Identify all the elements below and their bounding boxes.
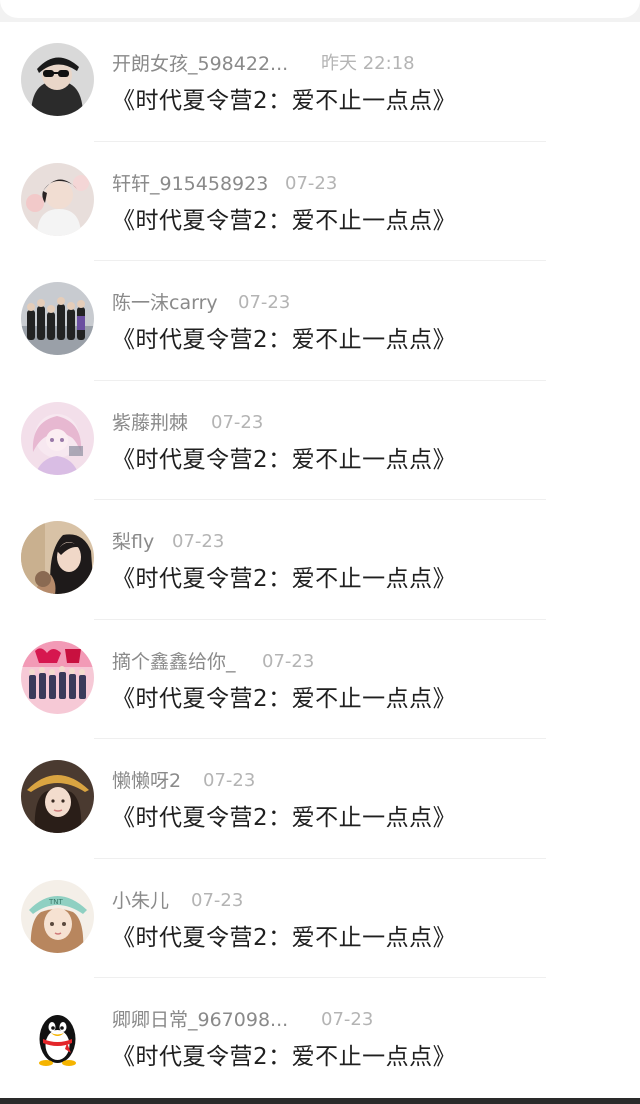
timestamp: 07-23 [238, 292, 291, 313]
qq-penguin-icon[interactable] [21, 999, 94, 1072]
timestamp: 07-23 [172, 531, 225, 552]
comment-text: 《时代夏令营2：爱不止一点点》 [112, 924, 457, 951]
list-item[interactable]: 紫藤荆棘 07-23 《时代夏令营2：爱不止一点点》 [0, 381, 640, 500]
avatar-cartoon-girl-icon[interactable]: TNT [21, 879, 94, 953]
timestamp: 07-23 [211, 411, 264, 433]
timestamp: 07-23 [321, 1009, 374, 1030]
comment-list: 开朗女孩_598422... 昨天 22:18 《时代夏令营2：爱不止一点点》 … [0, 22, 640, 1098]
username[interactable]: 卿卿日常_967098... [112, 1009, 288, 1031]
list-item[interactable]: 轩轩_915458923 07-23 《时代夏令营2：爱不止一点点》 [0, 142, 640, 261]
list-item[interactable]: 梨fly 07-23 《时代夏令营2：爱不止一点点》 [0, 500, 640, 620]
comment-text: 《时代夏令营2：爱不止一点点》 [112, 566, 457, 592]
avatar-pink-anime-icon[interactable] [21, 401, 94, 475]
username[interactable]: 轩轩_915458923 [112, 173, 268, 195]
avatar-pink-poster-icon[interactable] [21, 640, 94, 714]
list-item[interactable]: 懒懒呀2 07-23 《时代夏令营2：爱不止一点点》 [0, 739, 640, 859]
username[interactable]: 梨fly [112, 531, 154, 553]
username[interactable]: 开朗女孩_598422... [112, 53, 288, 75]
comment-text: 《时代夏令营2：爱不止一点点》 [112, 327, 457, 353]
timestamp: 07-23 [203, 770, 256, 791]
list-item[interactable]: 开朗女孩_598422... 昨天 22:18 《时代夏令营2：爱不止一点点》 [0, 22, 640, 142]
avatar-girl-long-hair-icon[interactable] [21, 521, 94, 594]
bottom-edge [0, 1098, 640, 1104]
list-item[interactable]: TNT 小朱儿 07-23 《时代夏令营2：爱不止一点点》 [0, 859, 640, 978]
list-item[interactable]: 卿卿日常_967098... 07-23 《时代夏令营2：爱不止一点点》 [0, 978, 640, 1098]
timestamp: 07-23 [191, 889, 244, 911]
comment-text: 《时代夏令营2：爱不止一点点》 [112, 207, 457, 234]
timestamp: 昨天 22:18 [321, 53, 415, 74]
comment-text: 《时代夏令营2：爱不止一点点》 [112, 446, 457, 473]
previous-card-bottom [0, 0, 640, 18]
list-item[interactable]: 陈一沫carry 07-23 《时代夏令营2：爱不止一点点》 [0, 261, 640, 381]
avatar-boy-flowers-icon[interactable] [21, 162, 94, 236]
timestamp: 07-23 [285, 172, 338, 194]
avatar-girl-sunglasses-icon[interactable] [21, 43, 94, 116]
comment-text: 《时代夏令营2：爱不止一点点》 [112, 1044, 457, 1070]
avatar-girl-hat-icon[interactable] [21, 760, 94, 833]
username[interactable]: 小朱儿 [112, 890, 169, 912]
list-item[interactable]: 摘个鑫鑫给你_ 07-23 《时代夏令营2：爱不止一点点》 [0, 620, 640, 739]
username[interactable]: 摘个鑫鑫给你_ [112, 651, 236, 673]
timestamp: 07-23 [262, 650, 315, 672]
svg-text:TNT: TNT [48, 898, 64, 906]
comment-text: 《时代夏令营2：爱不止一点点》 [112, 685, 457, 712]
username[interactable]: 懒懒呀2 [112, 770, 181, 792]
comment-text: 《时代夏令营2：爱不止一点点》 [112, 805, 457, 831]
avatar-group-photo-icon[interactable] [21, 282, 94, 355]
username[interactable]: 紫藤荆棘 [112, 412, 188, 434]
username[interactable]: 陈一沫carry [112, 292, 218, 314]
comment-text: 《时代夏令营2：爱不止一点点》 [112, 88, 457, 114]
